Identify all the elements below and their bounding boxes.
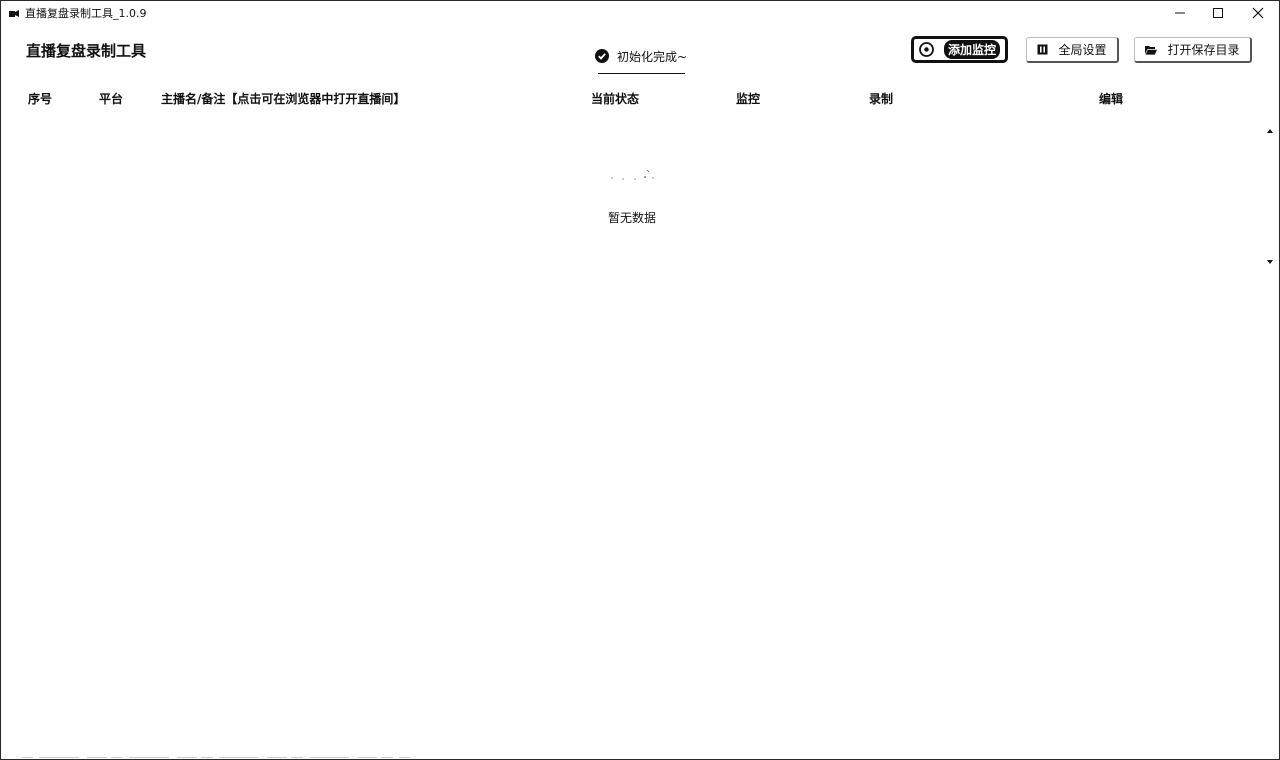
column-header-streamer: 主播名/备注【点击可在浏览器中打开直播间】	[161, 92, 406, 106]
close-button[interactable]	[1238, 1, 1278, 25]
empty-state-icon	[611, 169, 654, 180]
column-header-platform: 平台	[99, 92, 124, 106]
app-window: 直播复盘录制工具_1.0.9 直播复盘录制工具 初始化完成~ 添加监控 全局设置…	[0, 0, 1280, 760]
open-save-folder-label: 打开保存目录	[1167, 43, 1240, 57]
status-text: 初始化完成~	[617, 49, 688, 64]
open-save-folder-button[interactable]: 打开保存目录	[1134, 37, 1252, 63]
close-icon	[1252, 7, 1264, 19]
column-header-index: 序号	[28, 92, 53, 106]
column-header-edit: 编辑	[1099, 92, 1124, 106]
empty-state-text: 暂无数据	[608, 211, 657, 225]
minimize-icon	[1175, 12, 1185, 14]
app-title: 直播复盘录制工具	[26, 42, 147, 60]
global-settings-label: 全局设置	[1058, 43, 1107, 57]
window-title: 直播复盘录制工具_1.0.9	[25, 7, 147, 20]
column-header-monitor: 监控	[736, 92, 761, 106]
settings-icon	[1037, 44, 1048, 55]
add-circle-icon	[919, 42, 934, 57]
check-circle-icon	[595, 49, 609, 63]
add-monitor-label: 添加监控	[943, 40, 1000, 59]
maximize-icon	[1213, 8, 1223, 18]
app-icon	[9, 10, 19, 17]
add-monitor-button[interactable]: 添加监控	[911, 36, 1008, 63]
title-bar: 直播复盘录制工具_1.0.9	[1, 1, 1279, 25]
global-settings-button[interactable]: 全局设置	[1026, 37, 1119, 63]
scroll-up-icon[interactable]	[1265, 126, 1275, 136]
column-header-record: 录制	[869, 92, 894, 106]
status-indicator: 初始化完成~	[595, 46, 687, 66]
column-header-status: 当前状态	[591, 92, 640, 106]
scroll-down-icon[interactable]	[1265, 257, 1275, 267]
minimize-button[interactable]	[1160, 1, 1200, 25]
bottom-status-strip	[21, 757, 411, 758]
maximize-button[interactable]	[1198, 1, 1238, 25]
status-underline	[598, 73, 685, 74]
folder-open-icon	[1145, 45, 1158, 55]
